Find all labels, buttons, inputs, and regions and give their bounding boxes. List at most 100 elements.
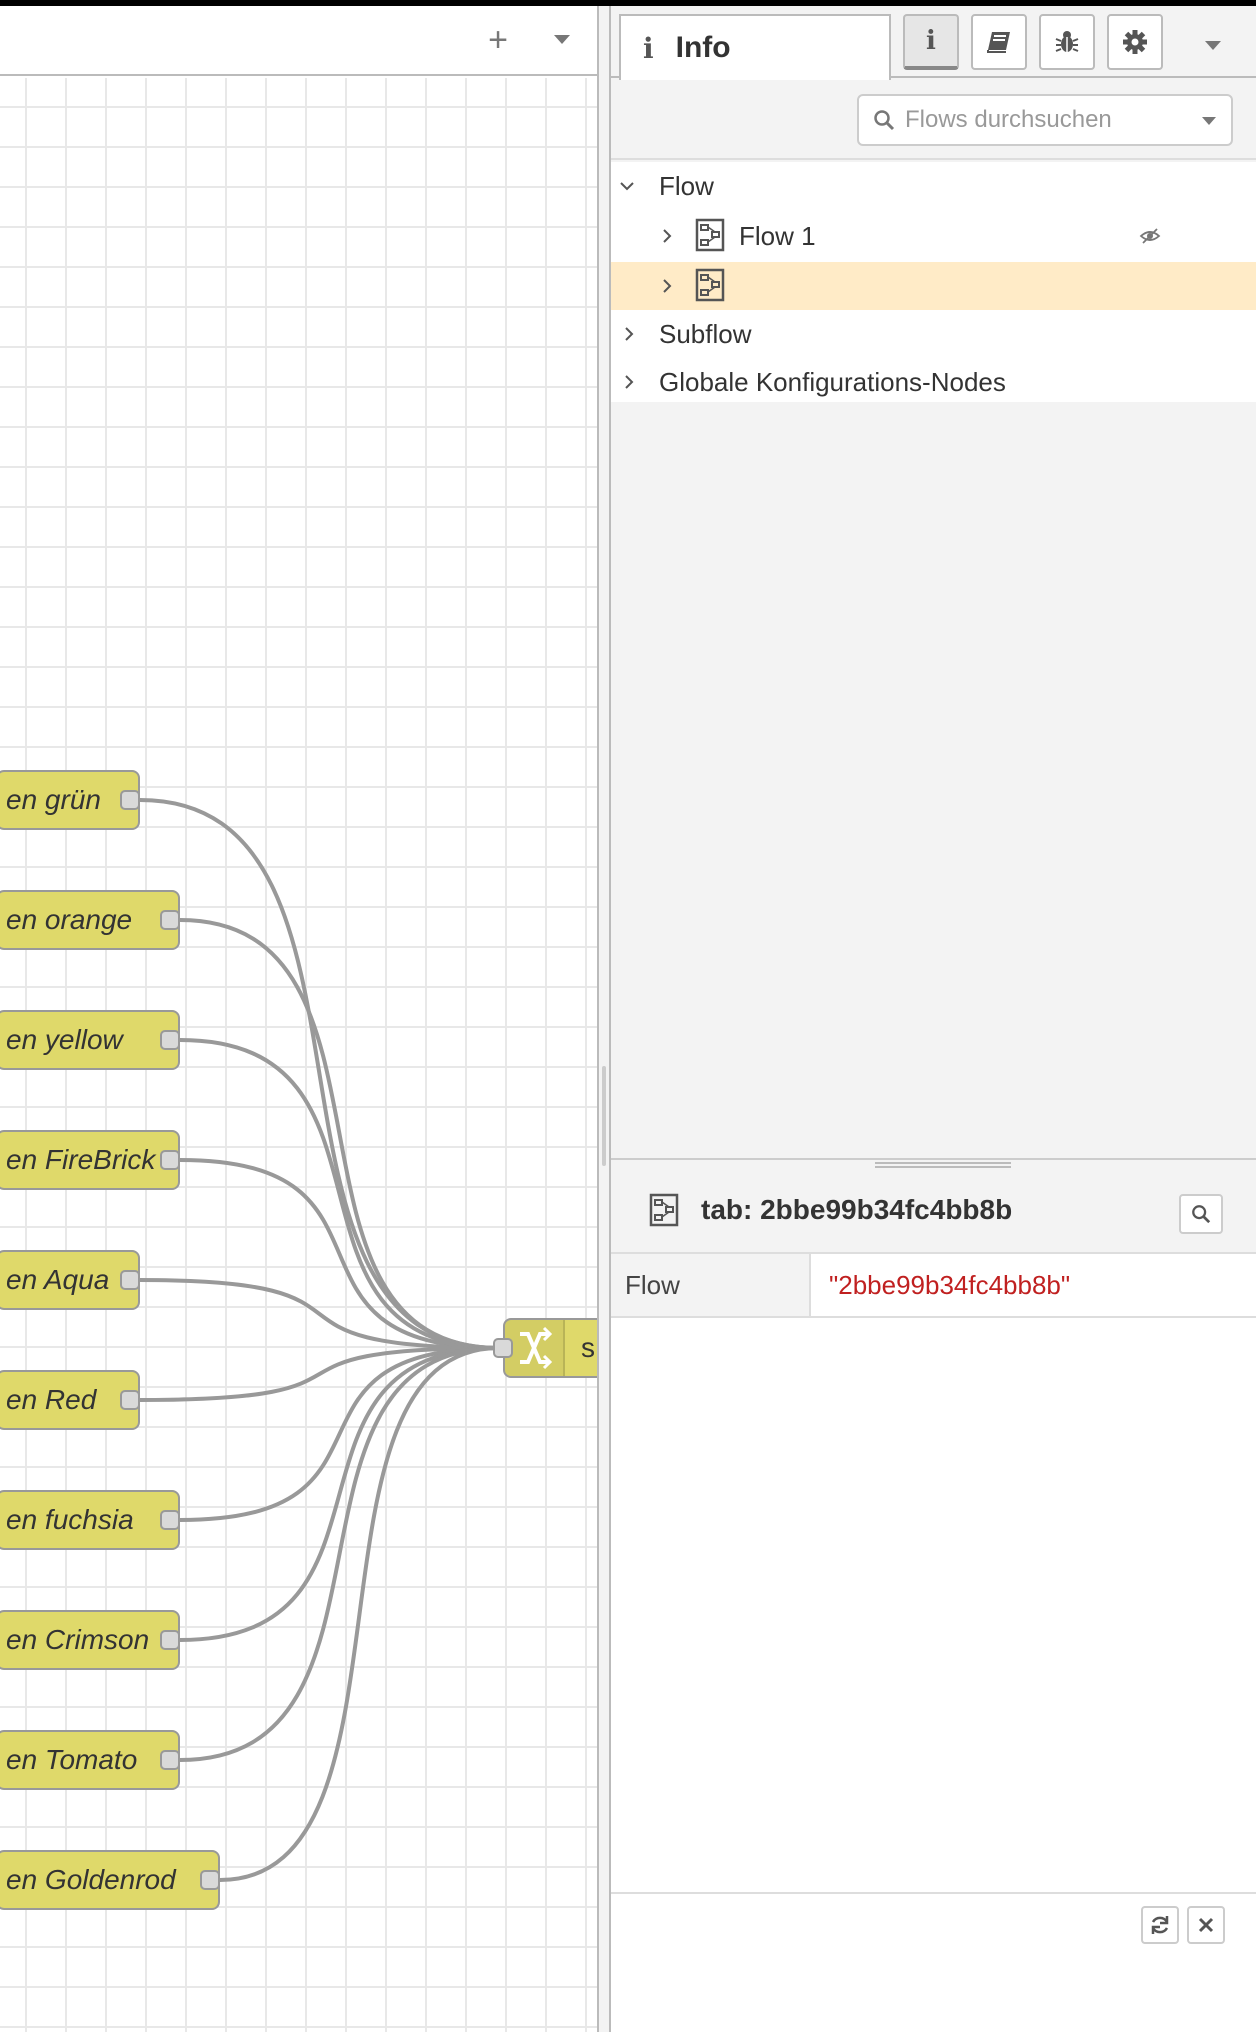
help-tab-button[interactable]: [971, 14, 1027, 70]
close-icon: [1198, 1917, 1214, 1933]
info-title: tab: 2bbe99b34fc4bb8b: [701, 1194, 1013, 1225]
property-key: Flow: [611, 1254, 811, 1316]
tab-info[interactable]: i Info: [619, 14, 891, 80]
function-node[interactable]: en fuchsia: [0, 1490, 180, 1550]
info-icon: i: [926, 26, 936, 56]
wire[interactable]: [139, 798, 500, 1350]
tree-label-flow-1: Flow 1: [739, 220, 816, 251]
function-node-label: en FireBrick: [6, 1144, 156, 1175]
chevron-right-icon: [657, 226, 677, 246]
switch-node[interactable]: s: [503, 1318, 597, 1378]
flow-search-input[interactable]: Flows durchsuchen: [857, 94, 1233, 146]
tree-section-global-config[interactable]: Globale Konfigurations-Nodes: [611, 358, 1256, 406]
output-port[interactable]: [120, 1270, 140, 1290]
switch-input-port[interactable]: [493, 1338, 513, 1358]
output-port[interactable]: [160, 1030, 180, 1050]
tree-item-flow-2[interactable]: [611, 262, 1256, 310]
flow-canvas[interactable]: en grün en orange en yellow en FireBrick en …: [0, 78, 597, 2032]
sidebar: i Info i Flows durchsuchen Flow Flow 1 S…: [611, 6, 1256, 2032]
function-node-label: en Red: [6, 1384, 97, 1415]
info-header: tab: 2bbe99b34fc4bb8b: [611, 1170, 1256, 1254]
switch-icon: [505, 1320, 565, 1376]
function-node-label: en fuchsia: [6, 1504, 134, 1535]
info-icon: i: [643, 31, 654, 65]
sidebar-menu-button[interactable]: [1193, 26, 1233, 66]
gear-icon: [1123, 30, 1147, 54]
tab-info-label: Info: [675, 31, 731, 64]
function-node-label: en orange: [6, 904, 133, 935]
workspace: + en grün en orange en yellow en FireBrick e…: [0, 6, 597, 2032]
close-button[interactable]: [1187, 1906, 1225, 1944]
output-port[interactable]: [120, 790, 140, 810]
output-port[interactable]: [160, 1510, 180, 1530]
function-node[interactable]: en Tomato: [0, 1730, 180, 1790]
info-body: [611, 1318, 1256, 1892]
sidebar-tab-bar: i Info i: [611, 6, 1256, 80]
chevron-down-icon: [617, 176, 637, 196]
flow-tab-icon: [695, 218, 725, 252]
function-node[interactable]: en yellow: [0, 1010, 180, 1070]
output-port[interactable]: [160, 1150, 180, 1170]
refresh-icon: [1151, 1916, 1169, 1934]
eye-slash-icon[interactable]: [1139, 228, 1161, 244]
refresh-button[interactable]: [1141, 1906, 1179, 1944]
tree-label-global-config: Globale Konfigurations-Nodes: [659, 366, 1006, 397]
function-node[interactable]: en Crimson: [0, 1610, 180, 1670]
function-node[interactable]: en orange: [0, 890, 180, 950]
caret-down-icon: [1205, 41, 1221, 50]
function-node-label: en Aqua: [6, 1264, 110, 1295]
panel-resize-handle[interactable]: [611, 1158, 1256, 1170]
caret-down-icon: [554, 35, 570, 44]
wire[interactable]: [179, 1038, 500, 1350]
flow-tab-icon: [695, 268, 725, 302]
tree-section-flow[interactable]: Flow: [611, 162, 1256, 210]
function-node-label: en grün: [6, 784, 101, 815]
tree-label-subflow: Subflow: [659, 318, 752, 349]
output-port[interactable]: [120, 1390, 140, 1410]
wire[interactable]: [179, 1346, 500, 1762]
info-tab-button[interactable]: i: [903, 14, 959, 70]
separator-grip: [602, 1066, 606, 1166]
output-port[interactable]: [160, 910, 180, 930]
search-placeholder: Flows durchsuchen: [905, 106, 1112, 133]
properties-table: Flow "2bbe99b34fc4bb8b": [611, 1254, 1256, 1318]
find-in-workspace-button[interactable]: [1179, 1194, 1223, 1234]
chevron-right-icon: [657, 276, 677, 296]
search-icon: [1192, 1205, 1211, 1224]
property-value: "2bbe99b34fc4bb8b": [829, 1270, 1071, 1300]
config-tab-button[interactable]: [1107, 14, 1163, 70]
function-node-label: en yellow: [6, 1024, 123, 1055]
chevron-right-icon: [619, 324, 639, 344]
sidebar-footer: [611, 1892, 1256, 2032]
function-node-label: en Tomato: [6, 1744, 138, 1775]
output-port[interactable]: [200, 1870, 220, 1890]
flow-list-menu-button[interactable]: [542, 20, 582, 60]
switch-node-label: s: [581, 1332, 595, 1363]
workspace-tab-bar: +: [0, 6, 597, 76]
resize-grip: [875, 1162, 1011, 1168]
function-node[interactable]: en Aqua: [0, 1250, 140, 1310]
add-flow-button[interactable]: +: [478, 20, 518, 60]
plus-icon: +: [488, 20, 508, 59]
function-node-label: en Crimson: [6, 1624, 150, 1655]
output-port[interactable]: [160, 1630, 180, 1650]
search-icon: [874, 110, 895, 131]
debug-tab-button[interactable]: [1039, 14, 1095, 70]
sidebar-separator[interactable]: [597, 6, 611, 2032]
search-row: Flows durchsuchen: [611, 80, 1256, 160]
wire[interactable]: [179, 1346, 500, 1642]
caret-down-icon: [1202, 117, 1216, 125]
output-port[interactable]: [160, 1750, 180, 1770]
function-node[interactable]: en Goldenrod: [0, 1850, 220, 1910]
flow-outline-tree: Flow Flow 1 Subflow Globale Konfiguratio…: [611, 162, 1256, 402]
tree-item-flow-1[interactable]: Flow 1: [611, 212, 1256, 260]
function-node-label: en Goldenrod: [6, 1864, 176, 1895]
function-node[interactable]: en grün: [0, 770, 140, 830]
function-node[interactable]: en FireBrick: [0, 1130, 180, 1190]
tree-section-subflow[interactable]: Subflow: [611, 310, 1256, 358]
tree-label-flow: Flow: [659, 170, 714, 201]
chevron-right-icon: [619, 372, 639, 392]
function-node[interactable]: en Red: [0, 1370, 140, 1430]
book-icon: [987, 32, 1010, 53]
bug-icon: [1055, 31, 1079, 52]
